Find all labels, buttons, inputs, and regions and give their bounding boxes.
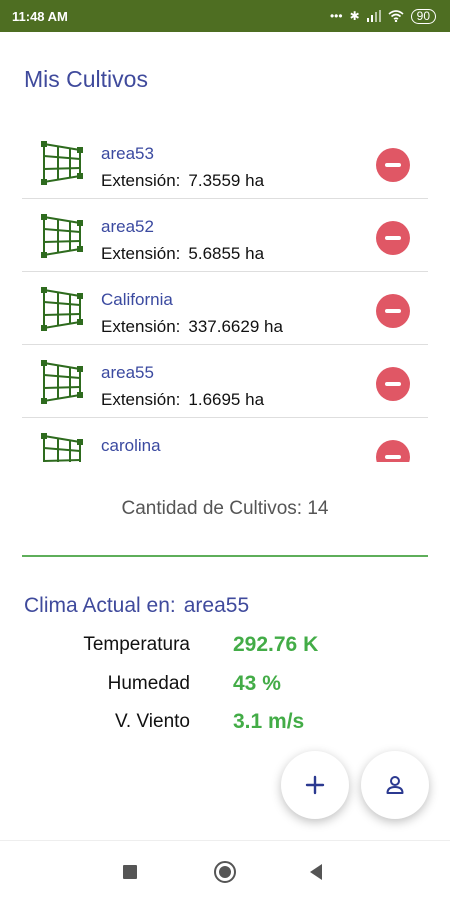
weather-row-humidity: Humedad 43 % — [0, 672, 450, 703]
crop-name[interactable]: California — [101, 290, 173, 310]
weather-label: Humedad — [107, 673, 190, 694]
wifi-icon — [388, 10, 404, 22]
weather-value: 292.76 K — [233, 633, 319, 656]
weather-value: 43 % — [233, 672, 281, 695]
field-grid-icon — [40, 286, 84, 332]
crop-row[interactable]: area53 Extensión: 7.3559 ha — [22, 126, 428, 199]
crop-list[interactable]: area53 Extensión: 7.3559 ha area52 Extensión… — [22, 126, 428, 462]
divider — [22, 555, 428, 557]
crop-extension: Extensión: 337.6629 ha — [101, 317, 283, 337]
plus-icon — [305, 775, 325, 795]
profile-button[interactable] — [361, 751, 429, 819]
weather-title: Clima Actual en: area55 — [24, 594, 249, 618]
crop-name[interactable]: carolina — [101, 436, 161, 456]
crop-row[interactable]: carolinaExtensión: — [22, 418, 428, 462]
weather-title-label: Clima Actual en: — [24, 594, 176, 617]
extension-value: 1.6695 ha — [188, 390, 265, 409]
weather-value: 3.1 m/s — [233, 710, 305, 733]
remove-crop-button[interactable] — [376, 221, 410, 255]
add-crop-button[interactable] — [281, 751, 349, 819]
crop-name[interactable]: area52 — [101, 217, 154, 237]
crop-name[interactable]: area53 — [101, 144, 154, 164]
crop-row[interactable]: California Extensión: 337.6629 ha — [22, 272, 428, 345]
extension-value: 7.3559 ha — [188, 171, 265, 190]
extension-label: Extensión: — [101, 390, 181, 409]
weather-label: V. Viento — [114, 711, 190, 732]
field-grid-icon — [40, 432, 84, 462]
remove-crop-button[interactable] — [376, 148, 410, 182]
crop-row[interactable]: area52 Extensión: 5.6855 ha — [22, 199, 428, 272]
status-icons: ••• ✱ 90 — [329, 8, 436, 24]
battery-icon: 90 — [410, 8, 436, 24]
remove-crop-button[interactable] — [376, 367, 410, 401]
weather-row-wind: V. Viento 3.1 m/s — [0, 710, 450, 741]
crop-extension: Extensión: 7.3559 ha — [101, 171, 264, 191]
extension-value: 5.6855 ha — [188, 244, 265, 263]
crop-extension: Extensión: 5.6855 ha — [101, 244, 264, 264]
crop-row[interactable]: area55 Extensión: 1.6695 ha — [22, 345, 428, 418]
user-icon — [386, 776, 404, 794]
weather-label: Temperatura — [83, 634, 190, 655]
dots-icon: ••• — [329, 9, 343, 23]
bluetooth-icon: ✱ — [349, 9, 360, 23]
crop-extension: Extensión: 1.6695 ha — [101, 390, 264, 410]
crop-count: Cantidad de Cultivos: 14 — [121, 498, 329, 519]
remove-crop-button[interactable] — [376, 294, 410, 328]
status-time: 11:48 AM — [12, 8, 68, 24]
extension-value: 337.6629 ha — [188, 317, 283, 336]
extension-label: Extensión: — [101, 171, 181, 190]
weather-location: area55 — [183, 594, 250, 617]
field-grid-icon — [40, 140, 84, 186]
extension-label: Extensión: — [101, 244, 181, 263]
crop-name[interactable]: area55 — [101, 363, 154, 383]
extension-label: Extensión: — [101, 317, 181, 336]
page-title: Mis Cultivos — [24, 66, 148, 92]
field-grid-icon — [40, 359, 84, 405]
signal-icon — [366, 10, 381, 22]
recents-icon[interactable] — [123, 865, 137, 879]
field-grid-icon — [40, 213, 84, 259]
back-icon[interactable] — [310, 864, 322, 880]
navigation-bar — [0, 840, 450, 901]
status-bar: 11:48 AM ••• ✱ 90 — [0, 0, 450, 32]
remove-crop-button[interactable] — [376, 440, 410, 462]
home-icon[interactable] — [214, 861, 236, 883]
weather-row-temperature: Temperatura 292.76 K — [0, 633, 450, 664]
